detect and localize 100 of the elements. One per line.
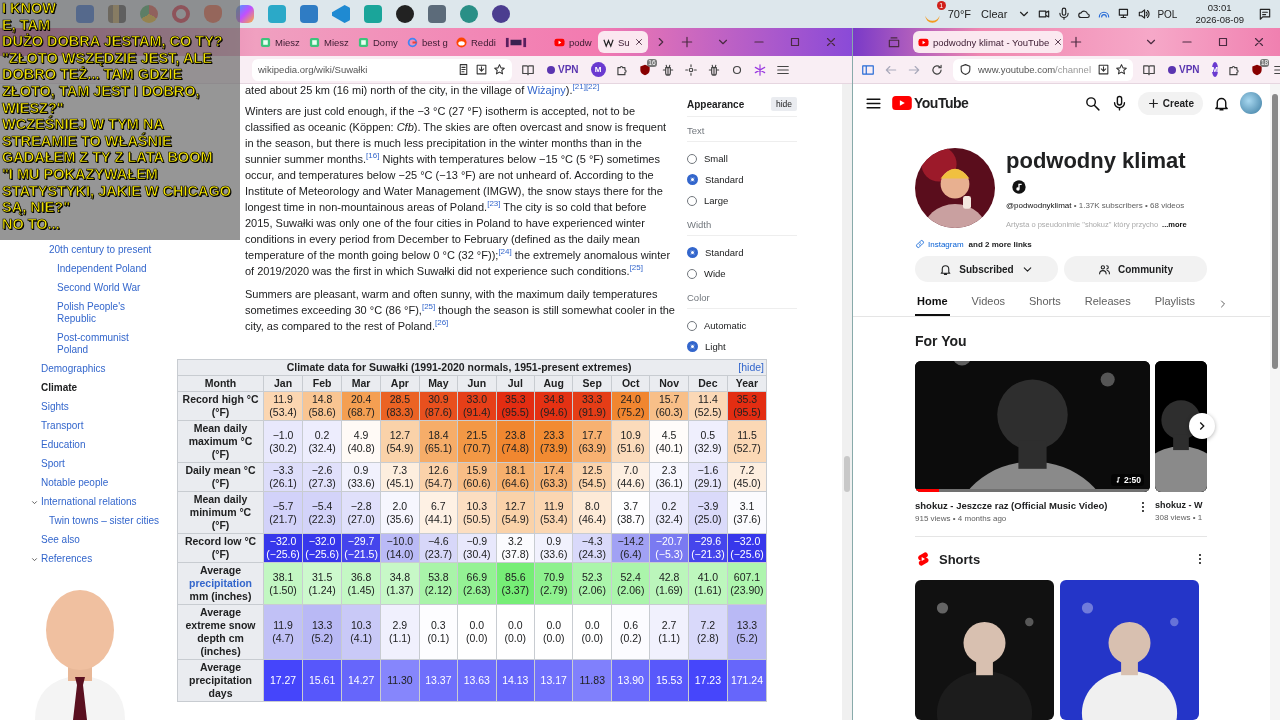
- table-cell: 70.9 (2.79): [534, 562, 573, 605]
- table-cell: 66.9 (2.63): [457, 562, 497, 605]
- hide-link[interactable]: [hide]: [738, 361, 764, 374]
- toc-item[interactable]: Sport: [41, 458, 65, 470]
- browser-tab[interactable]: Reddi: [451, 31, 500, 53]
- video-title[interactable]: shokuz - Jeszcze raz (Official Music Video): [915, 500, 1136, 511]
- logo[interactable]: YouTube: [892, 95, 969, 111]
- snowflake-icon[interactable]: [752, 62, 767, 77]
- sidebar-icon[interactable]: [861, 62, 875, 77]
- section-title: Shorts: [939, 551, 981, 567]
- toc-item[interactable]: Climate: [41, 382, 78, 394]
- new-tab-icon[interactable]: [1069, 35, 1083, 49]
- address-bar[interactable]: www.youtube.com/channel: [953, 58, 1133, 81]
- search-icon[interactable]: [1083, 94, 1101, 112]
- community-button[interactable]: Community: [1064, 256, 1207, 282]
- tabs-icon[interactable]: [887, 35, 901, 49]
- table-cell: 11.5 (52.7): [727, 420, 767, 463]
- maximize-icon[interactable]: [1216, 35, 1230, 49]
- duration-badge: 2:50: [1111, 474, 1144, 486]
- hide-button[interactable]: hide: [770, 97, 797, 111]
- browser-tab[interactable]: podwodny klimat - YouTube: [913, 31, 1063, 53]
- download-icon[interactable]: [1097, 63, 1110, 76]
- row-header-text: Average extreme snow depth cm (inches): [184, 606, 257, 658]
- avatar[interactable]: [1240, 92, 1262, 114]
- toc-item[interactable]: Post-communist Poland: [57, 332, 147, 356]
- toc-item[interactable]: Independent Poland: [57, 263, 147, 275]
- toc-item[interactable]: Education: [41, 439, 86, 451]
- star-icon[interactable]: [1115, 63, 1128, 76]
- toc-item[interactable]: Notable people: [41, 477, 109, 489]
- gear-icon[interactable]: [683, 62, 698, 77]
- video-title[interactable]: shokuz - W: [1155, 500, 1207, 510]
- download-icon[interactable]: [475, 63, 488, 76]
- tab[interactable]: Releases: [1082, 291, 1133, 316]
- toc-item[interactable]: Sights: [41, 401, 69, 413]
- close-icon[interactable]: [633, 37, 644, 47]
- scrollbar[interactable]: [1270, 84, 1280, 720]
- microphone-icon[interactable]: [1057, 7, 1072, 21]
- scrollbar[interactable]: [842, 84, 852, 720]
- table-cell: 171.24: [727, 659, 767, 702]
- toc-item[interactable]: Polish People's Republic: [57, 301, 147, 325]
- table-cell: 15.53: [649, 659, 689, 702]
- tab[interactable]: Playlists: [1152, 291, 1197, 316]
- table-cell: 2.7 (1.1): [649, 604, 689, 660]
- volume-icon[interactable]: [1137, 7, 1152, 21]
- browser-tab[interactable]: Miesz: [255, 31, 304, 53]
- toc-item[interactable]: 20th century to present: [49, 244, 152, 256]
- link[interactable]: Instagram: [928, 239, 964, 249]
- book-icon[interactable]: [1142, 62, 1156, 77]
- link[interactable]: Wiżajny: [527, 84, 566, 96]
- more-links-link[interactable]: and 2 more links: [968, 239, 1032, 249]
- toc-item[interactable]: Demographics: [41, 363, 106, 375]
- radio-button[interactable]: [687, 174, 698, 185]
- browser-tab[interactable]: Domy: [353, 31, 402, 53]
- toc-item[interactable]: Second World War: [57, 282, 141, 294]
- scrollbar-thumb[interactable]: [844, 456, 850, 492]
- group-label: Width: [687, 219, 797, 236]
- temperature-text: 70°F: [947, 8, 972, 20]
- vpn-button[interactable]: VPN: [544, 62, 582, 77]
- radio-button[interactable]: [687, 247, 698, 258]
- reader-icon[interactable]: [457, 63, 470, 76]
- toc-item[interactable]: See also: [41, 534, 80, 546]
- close-icon[interactable]: [1053, 37, 1063, 47]
- table-cell: 10.3 (50.5): [457, 491, 497, 534]
- profile-button[interactable]: M: [1211, 62, 1219, 77]
- book-icon[interactable]: [521, 62, 535, 77]
- create-button[interactable]: Create: [1137, 91, 1203, 115]
- tab[interactable]: Shorts: [1027, 291, 1063, 316]
- table-cell: 13.3 (5.2): [727, 604, 767, 660]
- toc-item[interactable]: References: [41, 553, 93, 565]
- table-cell: 13.37: [419, 659, 458, 702]
- next-button[interactable]: [1189, 413, 1215, 439]
- browser-tab[interactable]: podw: [549, 31, 598, 53]
- tab[interactable]: Videos: [969, 291, 1007, 316]
- browser-tab[interactable]: Su: [598, 31, 648, 53]
- radio-button[interactable]: [687, 341, 698, 352]
- browser-tab[interactable]: best g: [402, 31, 451, 53]
- link-icon: [915, 239, 925, 249]
- address-bar[interactable]: wikipedia.org/wiki/Suwałki: [252, 58, 512, 81]
- profile-button[interactable]: M: [590, 62, 606, 77]
- subscribed-button[interactable]: Subscribed: [915, 256, 1058, 282]
- option-label: Standard: [705, 174, 744, 185]
- row-header-text: Daily mean °C (°F): [184, 464, 257, 490]
- bug-icon[interactable]: [660, 62, 675, 77]
- browser-tab[interactable]: Miesz: [304, 31, 353, 53]
- reload-icon[interactable]: [930, 62, 944, 77]
- star-icon[interactable]: [493, 63, 506, 76]
- square-icon: [358, 36, 369, 48]
- language-indicator[interactable]: POL: [1157, 8, 1178, 20]
- table-cell: −5.4 (22.3): [302, 491, 342, 534]
- close-icon[interactable]: [1252, 35, 1266, 49]
- toc-item[interactable]: Twin towns – sister cities: [49, 515, 160, 527]
- toc-item[interactable]: International relations: [41, 496, 137, 508]
- vpn-button[interactable]: VPN: [1165, 62, 1203, 77]
- table-cell: −2.8 (27.0): [341, 491, 381, 534]
- link[interactable]: precipitation: [180, 577, 262, 590]
- notification-icon[interactable]: [1258, 7, 1272, 21]
- table-cell: 21.5 (70.7): [457, 420, 497, 463]
- scrollbar-thumb[interactable]: [1272, 94, 1278, 369]
- toc-item[interactable]: Transport: [41, 420, 84, 432]
- bug-icon[interactable]: [706, 62, 721, 77]
